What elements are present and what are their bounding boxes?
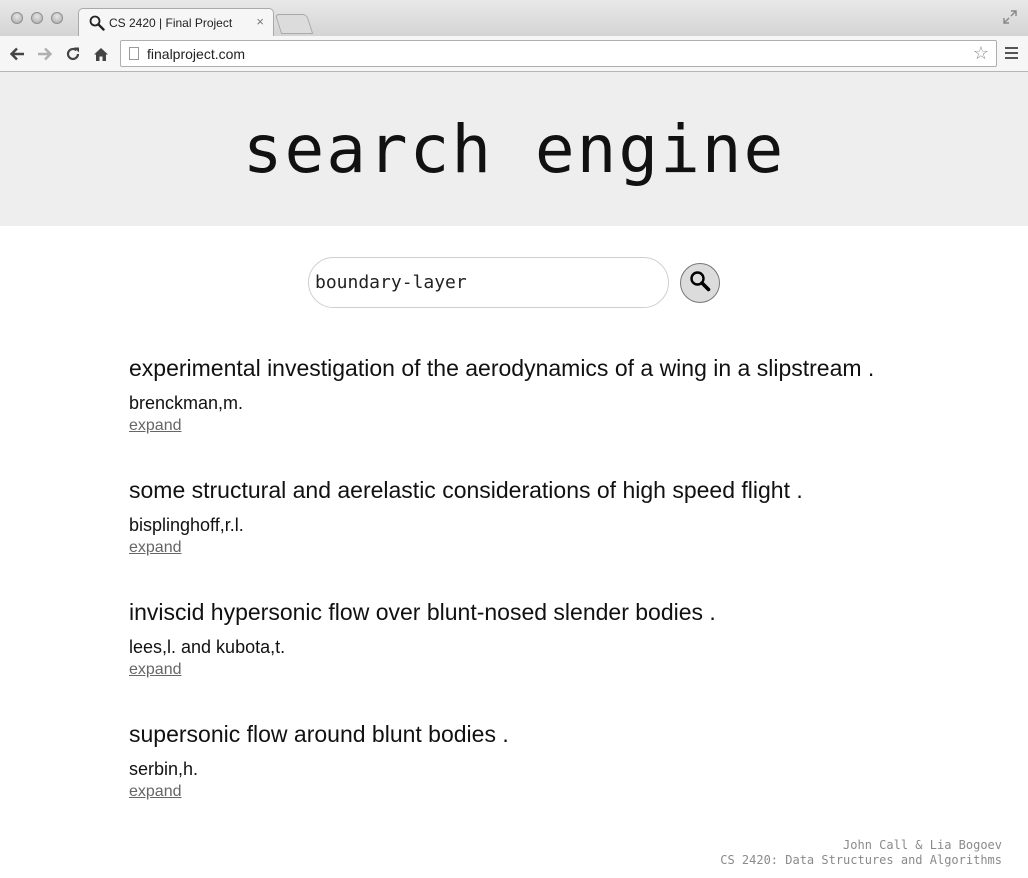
page-header: search engine [0,72,1028,226]
fullscreen-icon[interactable] [1002,9,1018,30]
tab-close-icon[interactable]: × [256,15,264,29]
expand-link[interactable]: expand [129,660,182,680]
result-author: lees,l. and kubota,t. [129,637,286,657]
footer-authors: John Call & Lia Bogoev [843,838,1002,852]
footer: John Call & Lia Bogoev CS 2420: Data Str… [720,838,1002,868]
zoom-window-button[interactable] [51,12,63,24]
search-result: supersonic flow around blunt bodies . se… [129,720,509,802]
expand-link[interactable]: expand [129,538,182,558]
search-result: inviscid hypersonic flow over blunt-nose… [129,598,716,680]
search-icon [89,15,105,36]
browser-titlebar: CS 2420 | Final Project × [0,0,1028,36]
result-author: serbin,h. [129,759,199,779]
search-input[interactable] [308,257,669,308]
menu-icon[interactable] [1005,47,1018,62]
bookmark-star-icon[interactable]: ☆ [973,44,989,62]
address-bar[interactable]: finalproject.com ☆ [120,40,997,67]
url-text: finalproject.com [147,46,246,62]
expand-link[interactable]: expand [129,416,182,436]
result-title: some structural and aerelastic considera… [129,477,803,503]
new-tab-button[interactable] [274,14,314,34]
reload-icon[interactable] [64,45,82,63]
browser-toolbar: finalproject.com ☆ [0,36,1028,72]
search-button[interactable] [680,263,720,303]
result-title: supersonic flow around blunt bodies . [129,721,509,747]
search-icon [689,270,711,297]
tab-title: CS 2420 | Final Project [109,16,233,30]
search-result: experimental investigation of the aerody… [129,354,874,436]
result-title: inviscid hypersonic flow over blunt-nose… [129,599,716,625]
footer-course: CS 2420: Data Structures and Algorithms [720,853,1002,867]
browser-tab[interactable]: CS 2420 | Final Project × [78,8,274,36]
forward-arrow-icon[interactable] [36,45,54,63]
result-title: experimental investigation of the aerody… [129,355,875,381]
page-icon [129,47,139,60]
result-author: brenckman,m. [129,393,244,413]
home-icon[interactable] [92,45,110,63]
minimize-window-button[interactable] [31,12,43,24]
result-author: bisplinghoff,r.l. [129,515,244,535]
site-title: search engine [242,111,786,188]
search-result: some structural and aerelastic considera… [129,476,803,558]
expand-link[interactable]: expand [129,782,182,802]
back-arrow-icon[interactable] [8,45,26,63]
close-window-button[interactable] [11,12,23,24]
